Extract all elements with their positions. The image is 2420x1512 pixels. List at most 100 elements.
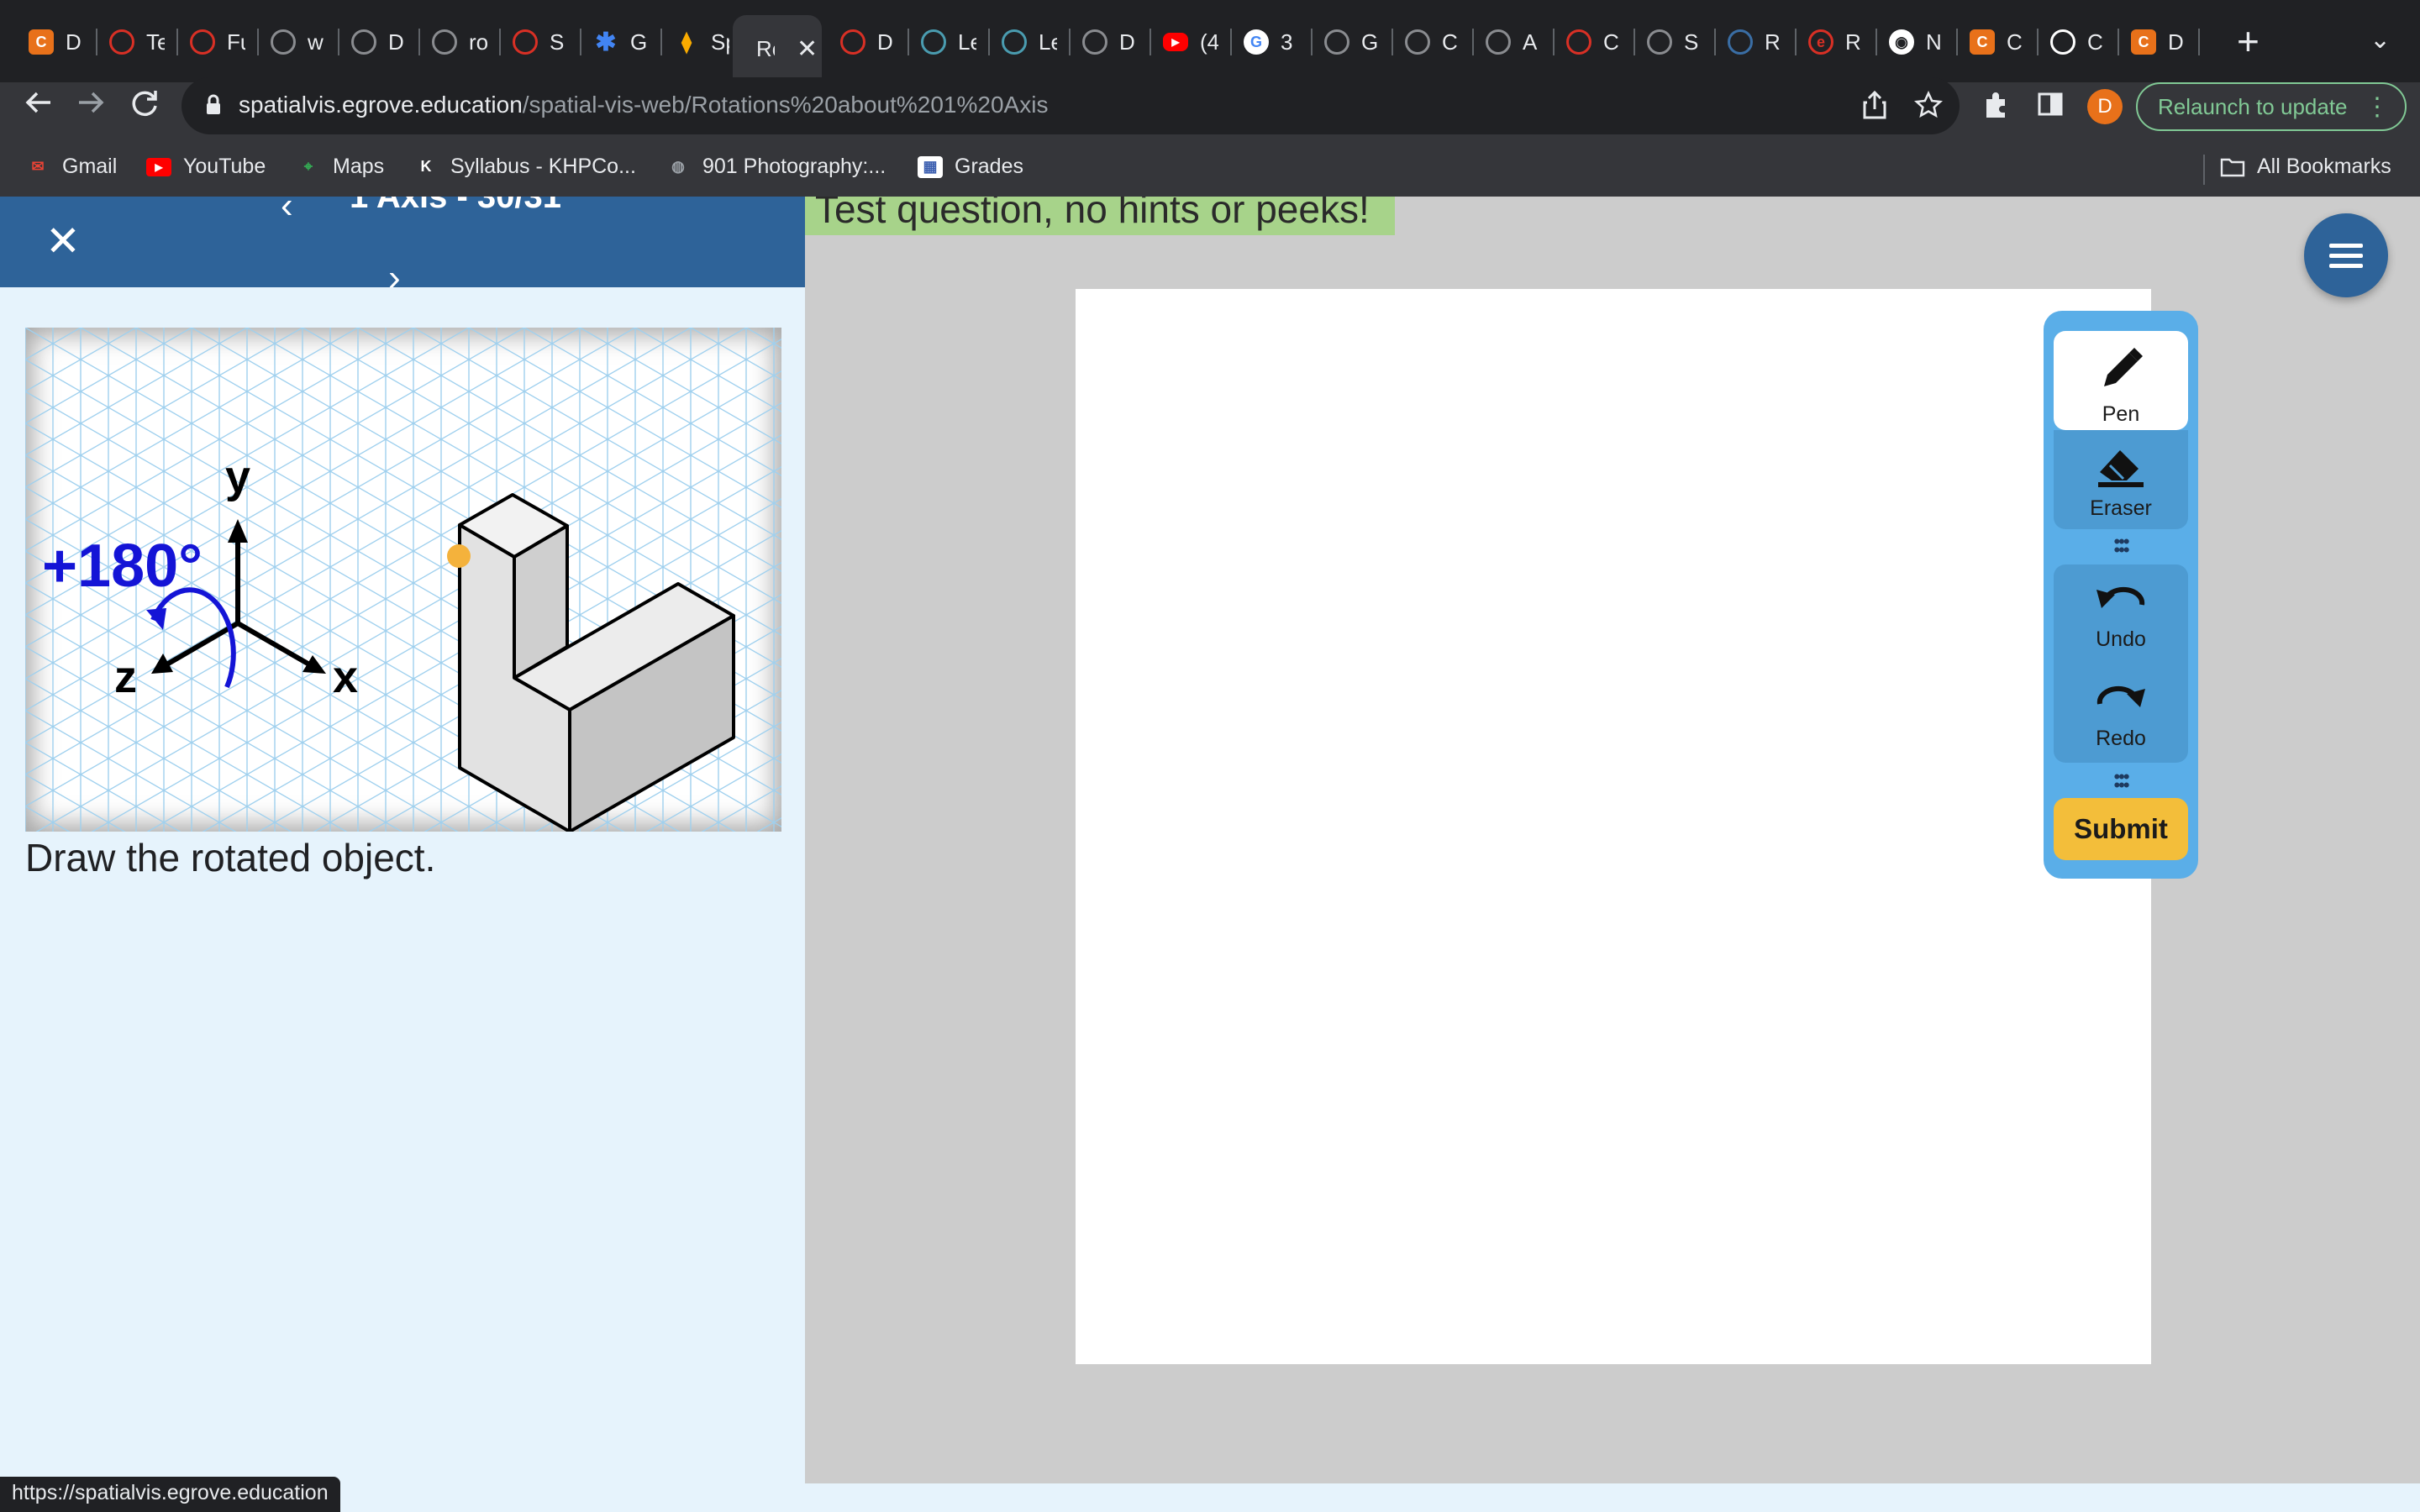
bookmark-901[interactable]: ◍ 901 Photography:... <box>666 155 886 179</box>
close-button[interactable]: ✕ <box>45 220 81 262</box>
browser-tab[interactable]: R <box>1716 15 1797 69</box>
forward-button[interactable] <box>74 86 108 125</box>
c-logo-icon: C <box>29 29 54 55</box>
red-e-icon: e <box>1808 29 1833 55</box>
tab-title: D <box>388 29 404 55</box>
bookmark-syllabus[interactable]: K Syllabus - KHPCo... <box>413 155 636 179</box>
drawing-canvas[interactable] <box>1076 289 2151 1364</box>
browser-tab[interactable]: D <box>829 15 909 69</box>
next-question-button[interactable]: › <box>388 257 401 299</box>
browser-tab[interactable]: S <box>501 15 581 69</box>
browser-tab[interactable]: G <box>1313 15 1393 69</box>
tab-title: C <box>1603 29 1619 55</box>
all-bookmarks-label: All Bookmarks <box>2257 155 2391 178</box>
previous-question-button[interactable]: ‹ <box>281 185 293 227</box>
bookmark-grades[interactable]: ▦ Grades <box>918 155 1023 179</box>
browser-tab[interactable]: CD <box>17 15 97 69</box>
tab-title: D <box>877 29 893 55</box>
browser-tab[interactable]: C <box>1393 15 1474 69</box>
browser-tab[interactable]: G3 <box>1232 15 1313 69</box>
browser-tab[interactable]: S <box>1635 15 1716 69</box>
reload-button[interactable] <box>128 86 161 125</box>
tab-title: Fu <box>227 29 245 55</box>
bookmark-star-icon[interactable] <box>1913 90 1944 126</box>
browser-tab[interactable]: Le <box>990 15 1071 69</box>
browser-tab[interactable]: w <box>259 15 339 69</box>
tab-title: S <box>1684 29 1699 55</box>
tab-title: 3 <box>1281 29 1293 55</box>
browser-tab[interactable]: ro <box>420 15 501 69</box>
tab-title: G <box>630 29 648 55</box>
tab-title: G <box>1361 29 1379 55</box>
maps-icon: ⌖ <box>303 158 313 175</box>
teal-circle-icon <box>921 29 946 55</box>
tab-title: A <box>1523 29 1538 55</box>
browser-tab[interactable]: ⧫ Sp <box>662 15 743 69</box>
browser-tab[interactable]: C <box>1555 15 1635 69</box>
browser-tab[interactable]: D <box>339 15 420 69</box>
tab-title: Te <box>146 29 165 55</box>
browser-tab[interactable]: A <box>1474 15 1555 69</box>
browser-tab[interactable]: eR <box>1797 15 1877 69</box>
extensions-icon[interactable] <box>1981 91 2010 126</box>
red-flower-icon <box>513 29 538 55</box>
bookmark-label: Gmail <box>62 155 118 178</box>
browser-tab[interactable]: Ro ✕ <box>733 15 822 82</box>
browser-tab[interactable]: Fu <box>178 15 259 69</box>
eraser-tool-button[interactable]: Eraser <box>2054 430 2188 529</box>
tab-title: C <box>2087 29 2103 55</box>
browser-tab[interactable]: ▶ (4 <box>1151 15 1232 69</box>
undo-button[interactable]: Undo <box>2054 583 2188 652</box>
tab-separator <box>2198 29 2200 55</box>
youtube-icon: ▶ <box>1163 33 1188 51</box>
gray-circle-icon <box>2050 29 2075 55</box>
tab-title: Sp <box>711 29 729 55</box>
new-tab-button[interactable]: + <box>2237 22 2260 60</box>
profile-avatar[interactable]: D <box>2087 89 2123 124</box>
grades-icon: ▦ <box>918 155 943 178</box>
chrome-icon: ◉ <box>1889 29 1914 55</box>
gray-circle-icon <box>1647 29 1672 55</box>
back-button[interactable] <box>22 86 55 125</box>
redo-label: Redo <box>2096 727 2146 750</box>
bookmark-youtube[interactable]: ▶ YouTube <box>146 155 266 179</box>
lock-icon[interactable] <box>205 94 222 116</box>
page-bottom-strip <box>805 1483 2420 1512</box>
submit-button[interactable]: Submit <box>2054 798 2188 860</box>
gmail-icon: ✉ <box>31 158 45 175</box>
bookmark-label: Maps <box>333 155 385 178</box>
red-flower-icon <box>1566 29 1591 55</box>
tab-title: (4 <box>1200 29 1218 55</box>
drag-handle-icon[interactable]: ••• ••• <box>2107 768 2134 795</box>
more-menu-icon[interactable]: ⋮ <box>2365 92 2390 122</box>
x-axis-label: x <box>333 652 358 702</box>
tab-title: D <box>1119 29 1135 55</box>
all-bookmarks-button[interactable]: All Bookmarks <box>2220 155 2391 179</box>
tab-title: ro <box>469 29 487 55</box>
relaunch-button[interactable]: Relaunch to update ⋮ <box>2136 82 2407 131</box>
browser-tab[interactable]: C <box>2039 15 2119 69</box>
redo-button[interactable]: Redo <box>2054 682 2188 751</box>
gauge-icon <box>1082 29 1107 55</box>
share-icon[interactable] <box>1862 90 1887 126</box>
tab-search-button[interactable]: ⌄ <box>2370 25 2391 55</box>
browser-tab[interactable]: ◉ N <box>1877 15 1958 69</box>
side-panel-icon[interactable] <box>2037 91 2064 124</box>
browser-tab[interactable]: CC <box>1958 15 2039 69</box>
eraser-label: Eraser <box>2090 496 2152 520</box>
menu-button[interactable] <box>2304 213 2388 297</box>
pen-tool-button[interactable]: Pen <box>2054 331 2188 430</box>
globe-icon: ◍ <box>671 158 685 175</box>
browser-tab[interactable]: Te <box>97 15 178 69</box>
drag-handle-icon[interactable]: ••• ••• <box>2107 533 2134 559</box>
question-counter-title: 1 Axis - 30/31 <box>350 197 562 215</box>
browser-tab[interactable]: CD <box>2119 15 2200 69</box>
browser-tab[interactable]: Le <box>909 15 990 69</box>
browser-tab[interactable]: D <box>1071 15 1151 69</box>
browser-tab[interactable]: ✱ G <box>581 15 662 69</box>
bookmark-maps[interactable]: ⌖ Maps <box>296 155 384 179</box>
url-text[interactable]: spatialvis.egrove.education/spatial-vis-… <box>239 92 1048 118</box>
tab-title: D <box>2168 29 2184 55</box>
tab-close-icon[interactable]: ✕ <box>797 34 818 64</box>
bookmark-gmail[interactable]: ✉ Gmail <box>25 155 117 179</box>
